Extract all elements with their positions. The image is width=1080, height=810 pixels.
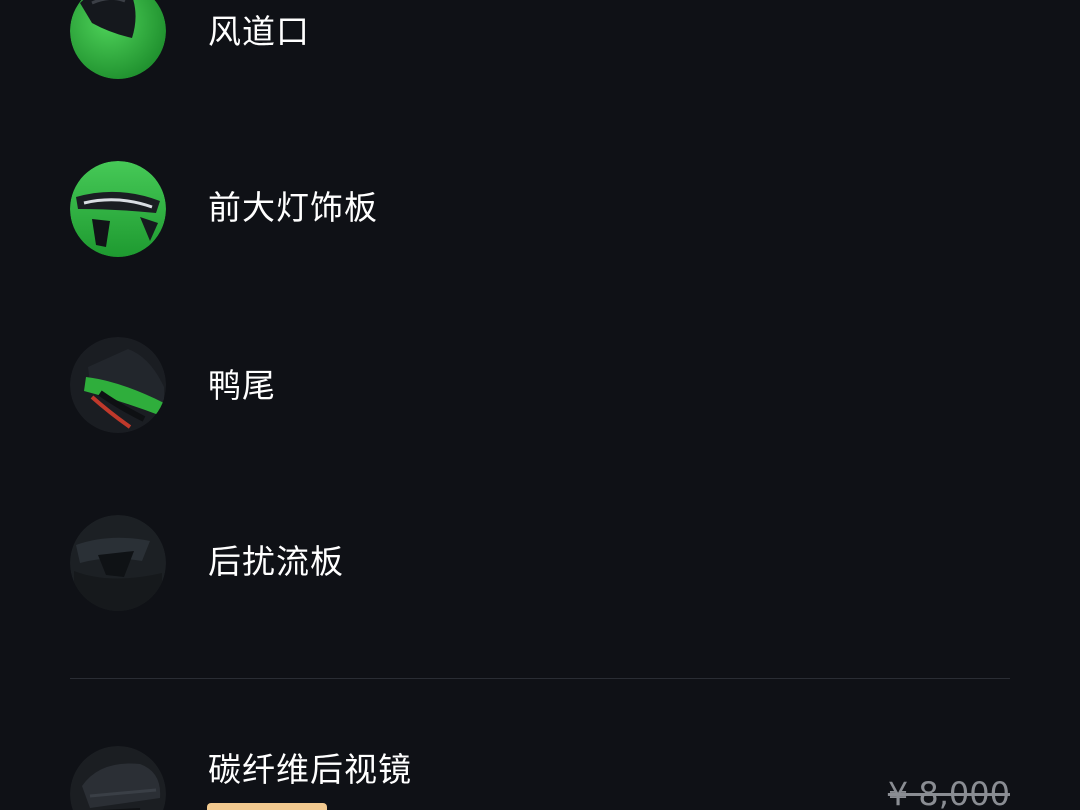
original-price: ¥ 8,000 — [887, 775, 1010, 810]
rear-spoiler-label: 后扰流板 — [208, 542, 344, 581]
wind-vent-thumbnail — [70, 0, 166, 79]
accessory-item-headlight-trim[interactable]: 前大灯饰板 — [0, 155, 1080, 285]
wind-vent-label: 风道口 — [208, 12, 310, 51]
section-divider — [70, 678, 1010, 679]
accessory-item-wind-vent[interactable]: 风道口 — [0, 0, 1080, 110]
accessory-item-duck-tail[interactable]: 鸭尾 — [0, 330, 1080, 460]
headlight-trim-thumbnail — [70, 161, 166, 257]
headlight-trim-label: 前大灯饰板 — [208, 188, 378, 227]
rear-spoiler-thumbnail — [70, 515, 166, 611]
carbon-mirror-thumbnail — [70, 746, 166, 810]
duck-tail-thumbnail — [70, 337, 166, 433]
carbon-mirror-label: 碳纤维后视镜 — [208, 750, 412, 789]
accessory-item-rear-spoiler[interactable]: 后扰流板 — [0, 505, 1080, 635]
accessory-list-screen: 风道口 前大灯饰板 鸭尾 后扰流板 碳纤维后视镜 ¥ 8,000 — [0, 0, 1080, 810]
duck-tail-label: 鸭尾 — [208, 366, 276, 405]
promo-tag — [207, 803, 327, 810]
